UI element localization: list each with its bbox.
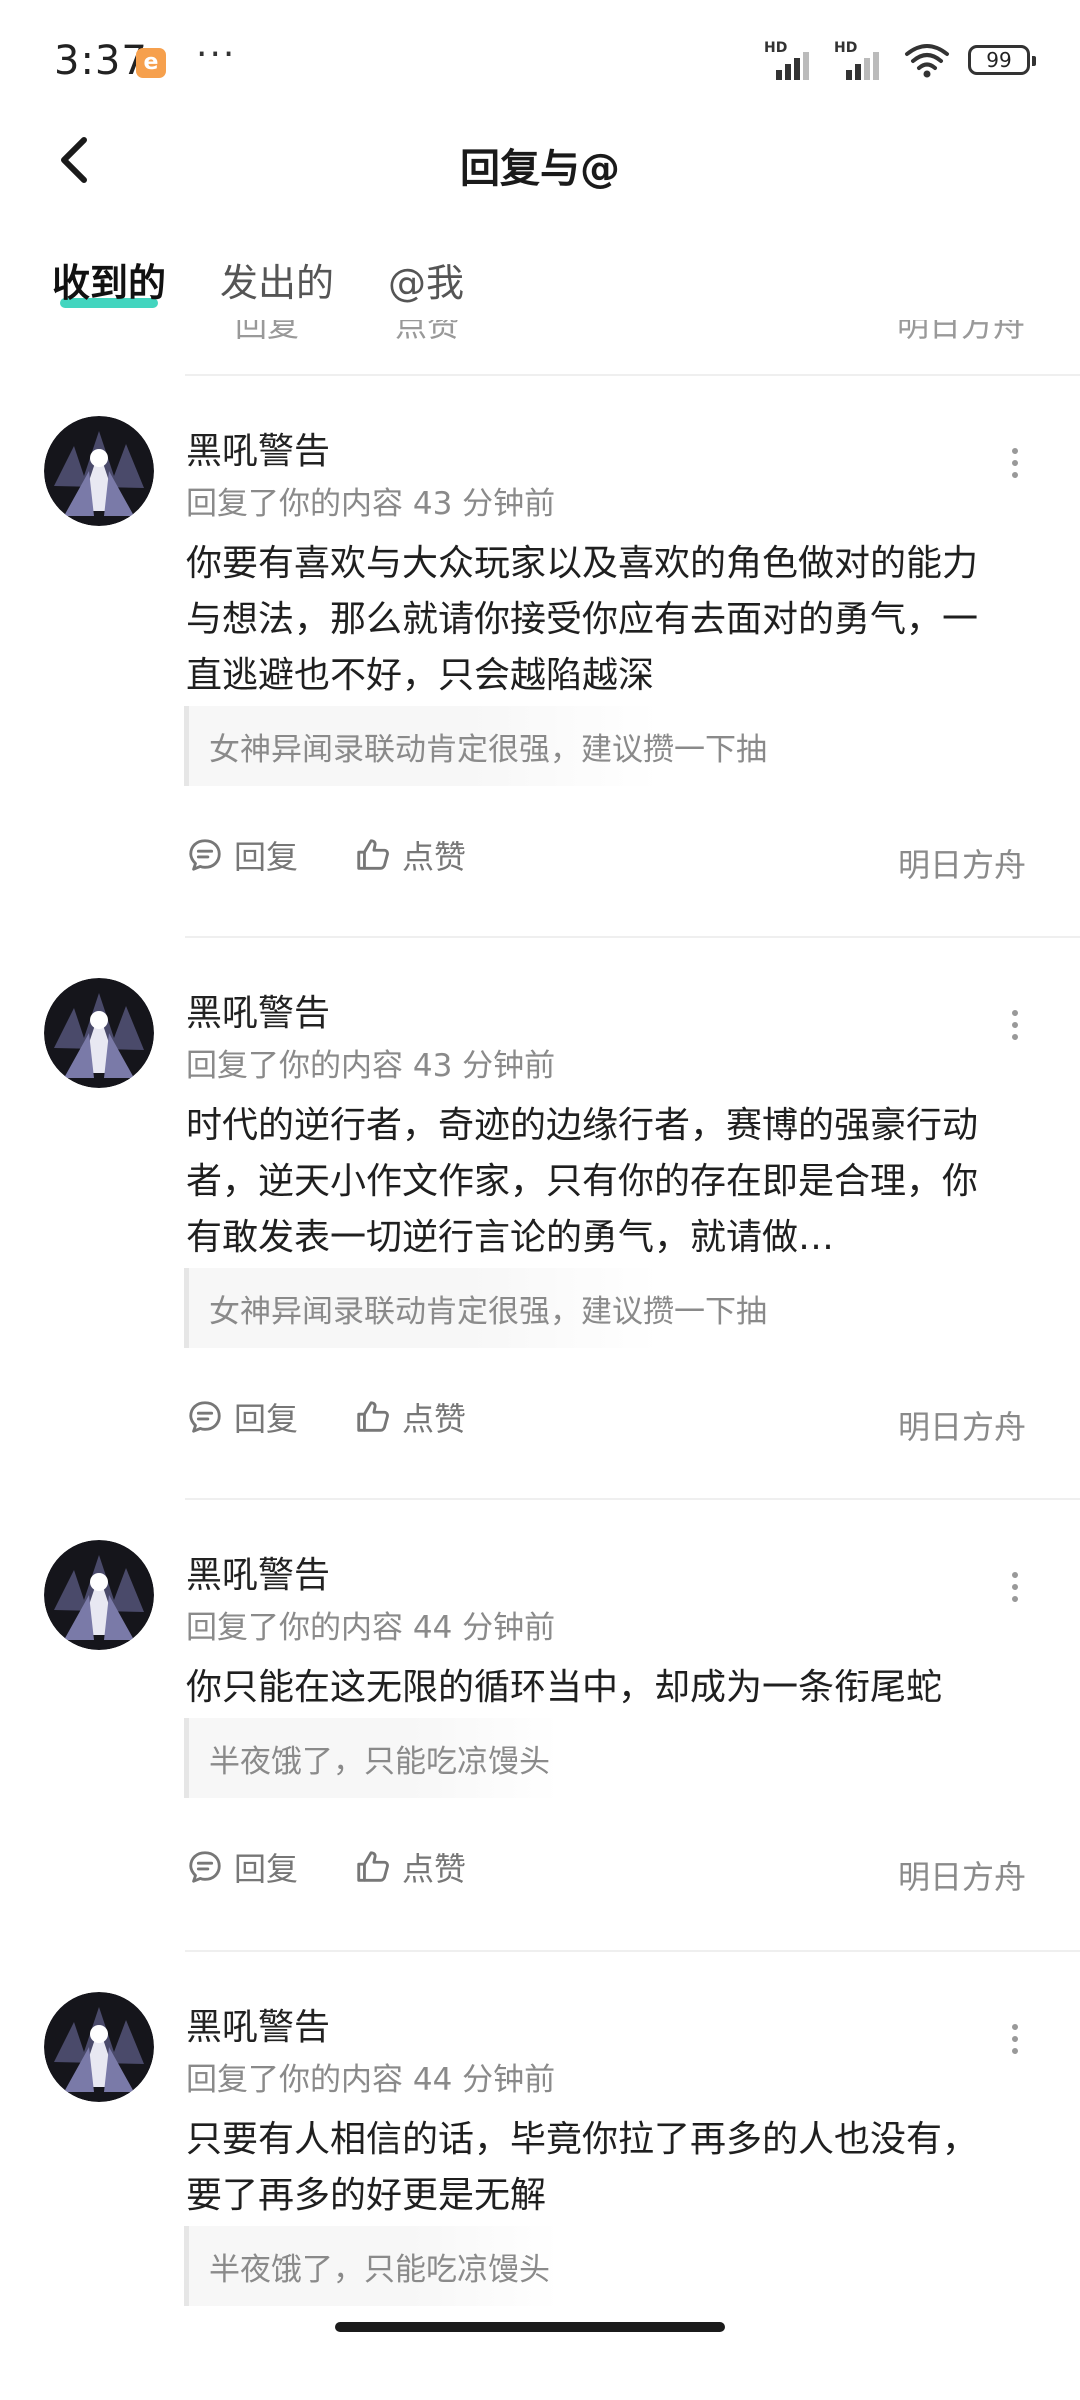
reply-content[interactable]: 时代的逆行者，奇迹的边缘行者，赛博的强豪行动者，逆天小作文作家，只有你的存在即是… xyxy=(186,1098,1006,1266)
cellular-signal-icon-2: HD xyxy=(834,40,886,80)
quoted-original[interactable]: 女神异闻录联动肯定很强，建议攒一下抽 xyxy=(184,1268,767,1348)
avatar[interactable] xyxy=(44,416,154,526)
like-button[interactable]: 点赞 xyxy=(354,832,466,878)
source-game-label[interactable]: 明日方舟 xyxy=(898,1402,1026,1448)
cellular-signal-icon: HD xyxy=(764,40,816,80)
thumbs-up-icon xyxy=(357,839,389,870)
battery-icon: 99 xyxy=(968,45,1036,75)
comment-icon xyxy=(189,1851,221,1883)
more-notifications-icon: ··· xyxy=(196,34,237,75)
status-indicators: HD HD 99 xyxy=(764,38,1036,82)
reply-meta: 回复了你的内容 43 分钟前 xyxy=(186,1048,556,1084)
nav-bar: 回复与@ xyxy=(0,110,1080,210)
reply-item[interactable]: 黑吼警告 回复了你的内容 43 分钟前 时代的逆行者，奇迹的边缘行者，赛博的强豪… xyxy=(0,938,1080,1498)
partial-reply-label[interactable]: 回复 xyxy=(235,320,299,346)
status-time: 3:37 xyxy=(54,38,148,84)
tab-received[interactable]: 收到的 xyxy=(52,252,166,307)
thumbs-up-icon xyxy=(357,1851,389,1882)
action-row: 回复 点赞 明日方舟 xyxy=(186,1394,1026,1454)
more-options-icon[interactable] xyxy=(1010,448,1020,488)
username[interactable]: 黑吼警告 xyxy=(186,1998,330,2050)
source-game-label[interactable]: 明日方舟 xyxy=(898,840,1026,886)
comment-icon xyxy=(189,839,221,871)
quoted-text: 半夜饿了，只能吃凉馒头 xyxy=(209,1744,550,1780)
reply-button[interactable]: 回复 xyxy=(186,832,298,878)
action-row: 回复 点赞 明日方舟 xyxy=(186,1844,1026,1904)
reply-content[interactable]: 你只能在这无限的循环当中，却成为一条衔尾蛇 xyxy=(186,1660,1006,1716)
more-options-icon[interactable] xyxy=(1010,1572,1020,1612)
wifi-icon xyxy=(905,44,949,78)
quoted-original[interactable]: 半夜饿了，只能吃凉馒头 xyxy=(184,2226,559,2306)
username[interactable]: 黑吼警告 xyxy=(186,1546,330,1598)
tab-sent[interactable]: 发出的 xyxy=(220,252,334,307)
reply-button[interactable]: 回复 xyxy=(186,1394,298,1440)
reply-meta: 回复了你的内容 44 分钟前 xyxy=(186,1610,556,1646)
quoted-text: 女神异闻录联动肯定很强，建议攒一下抽 xyxy=(209,1294,767,1330)
avatar[interactable] xyxy=(44,978,154,1088)
avatar[interactable] xyxy=(44,1992,154,2102)
tab-bar: 收到的 发出的 @我 xyxy=(0,240,1080,320)
like-button[interactable]: 点赞 xyxy=(354,1394,466,1440)
reply-content[interactable]: 你要有喜欢与大众玩家以及喜欢的角色做对的能力与想法，那么就请你接受你应有去面对的… xyxy=(186,536,1006,704)
status-bar: 3:37 e ··· HD HD 99 xyxy=(0,0,1080,120)
username[interactable]: 黑吼警告 xyxy=(186,422,330,474)
quoted-original[interactable]: 半夜饿了，只能吃凉馒头 xyxy=(184,1718,559,1798)
reply-meta: 回复了你的内容 44 分钟前 xyxy=(186,2062,556,2098)
reply-item[interactable]: 黑吼警告 回复了你的内容 44 分钟前 只要有人相信的话，毕竟你拉了再多的人也没… xyxy=(0,1952,1080,2370)
more-options-icon[interactable] xyxy=(1010,1010,1020,1050)
partial-source-label[interactable]: 明日方舟 xyxy=(897,320,1025,346)
more-options-icon[interactable] xyxy=(1010,2024,1020,2064)
comment-icon xyxy=(189,1401,221,1433)
app-notification-icon: e xyxy=(136,48,166,78)
page-title: 回复与@ xyxy=(460,146,620,192)
quoted-original[interactable]: 女神异闻录联动肯定很强，建议攒一下抽 xyxy=(184,706,767,786)
quoted-text: 女神异闻录联动肯定很强，建议攒一下抽 xyxy=(209,732,767,768)
source-game-label[interactable]: 明日方舟 xyxy=(898,1852,1026,1898)
action-row: 回复 点赞 明日方舟 xyxy=(186,832,1026,892)
reply-meta: 回复了你的内容 43 分钟前 xyxy=(186,486,556,522)
reply-button[interactable]: 回复 xyxy=(186,1844,298,1890)
reply-feed[interactable]: 回复 点赞 明日方舟 黑吼警告 回复了你的内容 43 分钟前 你要有喜欢与大众玩… xyxy=(0,320,1080,2370)
thumbs-up-icon xyxy=(357,1401,389,1432)
home-indicator[interactable] xyxy=(335,2322,725,2332)
reply-content[interactable]: 只要有人相信的话，毕竟你拉了再多的人也没有，要了再多的好更是无解 xyxy=(186,2112,1006,2224)
tab-mentions[interactable]: @我 xyxy=(388,252,464,307)
partial-previous-item: 回复 点赞 明日方舟 xyxy=(185,320,1055,380)
like-button[interactable]: 点赞 xyxy=(354,1844,466,1890)
username[interactable]: 黑吼警告 xyxy=(186,984,330,1036)
partial-like-label[interactable]: 点赞 xyxy=(395,320,459,346)
reply-item[interactable]: 黑吼警告 回复了你的内容 43 分钟前 你要有喜欢与大众玩家以及喜欢的角色做对的… xyxy=(0,376,1080,936)
quoted-text: 半夜饿了，只能吃凉馒头 xyxy=(209,2252,550,2288)
avatar[interactable] xyxy=(44,1540,154,1650)
